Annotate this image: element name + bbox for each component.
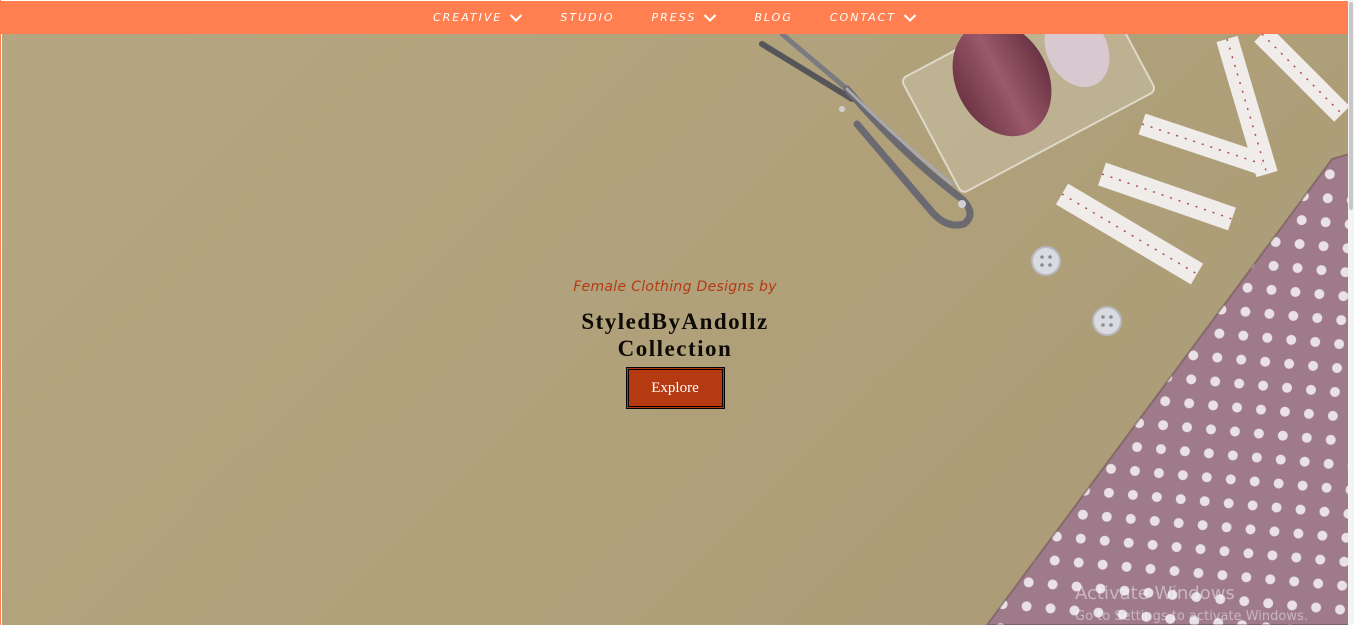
nav-item-studio[interactable]: STUDIO xyxy=(560,11,614,24)
nav-item-label: CONTACT xyxy=(829,11,897,24)
nav-item-blog[interactable]: BLOG xyxy=(754,11,793,24)
nav-item-label: CREATIVE xyxy=(432,11,503,24)
scrollbar-thumb[interactable] xyxy=(1349,2,1353,210)
button-icon xyxy=(1031,246,1122,336)
watermark-title: Activate Windows xyxy=(1075,583,1235,604)
hero-banner: Female Clothing Designs by StyledByAndol… xyxy=(2,34,1349,625)
hero-subtitle: Female Clothing Designs by xyxy=(573,279,777,295)
nav-menu: CREATIVE STUDIO PRESS BLOG CONTACT xyxy=(433,11,917,24)
nav-item-contact[interactable]: CONTACT xyxy=(830,11,917,24)
watermark-subtitle: Go to Settings to activate Windows. xyxy=(1075,609,1308,624)
activate-windows-watermark: Activate Windows Go to Settings to activ… xyxy=(1075,583,1308,625)
page-frame: CREATIVE STUDIO PRESS BLOG CONTACT Femal… xyxy=(0,0,1354,625)
chevron-down-icon[interactable] xyxy=(703,13,717,23)
nav-item-creative[interactable]: CREATIVE xyxy=(433,11,523,24)
explore-button[interactable]: Explore xyxy=(625,367,725,409)
hero-content: Female Clothing Designs by StyledByAndol… xyxy=(525,276,825,409)
nav-item-label: STUDIO xyxy=(560,11,615,24)
nav-item-press[interactable]: PRESS xyxy=(652,11,718,24)
top-navbar: CREATIVE STUDIO PRESS BLOG CONTACT xyxy=(1,1,1349,34)
hero-title: StyledByAndollz Collection xyxy=(581,309,769,361)
polka-dot-fabric-icon xyxy=(985,152,1349,625)
chevron-down-icon[interactable] xyxy=(509,13,523,23)
chevron-down-icon[interactable] xyxy=(903,13,917,23)
nav-item-label: PRESS xyxy=(651,11,697,24)
nav-item-label: BLOG xyxy=(754,11,793,24)
vertical-scrollbar[interactable] xyxy=(1348,0,1354,625)
